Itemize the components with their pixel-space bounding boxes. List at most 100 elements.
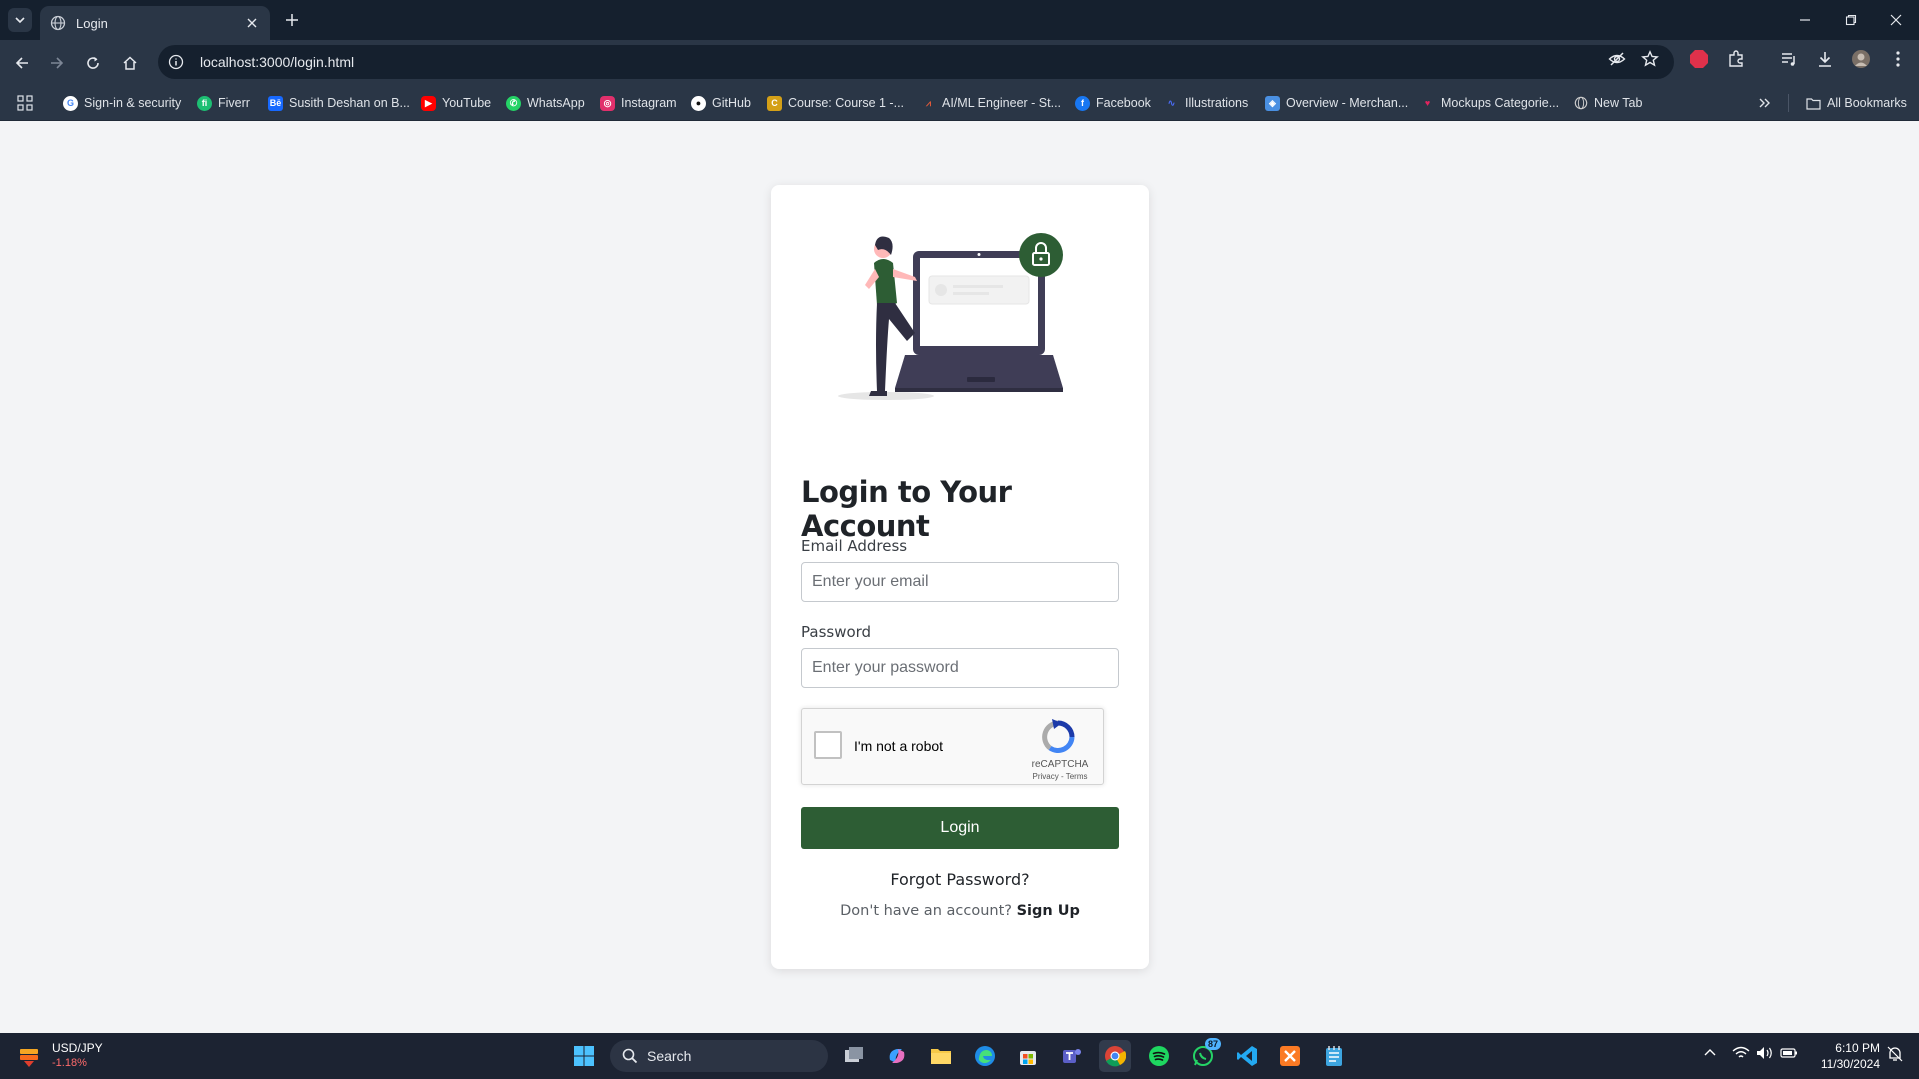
reload-button[interactable] <box>80 50 106 76</box>
bookmark-label: Mockups Categorie... <box>1441 96 1560 110</box>
bookmark-illustrations[interactable]: ∿ Illustrations <box>1164 93 1249 113</box>
taskbar-search[interactable]: Search <box>610 1040 828 1072</box>
recaptcha-brand: reCAPTCHA <box>1031 759 1089 770</box>
bookmark-course[interactable]: C Course: Course 1 -... <box>767 93 904 113</box>
aiml-icon: ⩘ <box>925 97 932 108</box>
bookmark-instagram[interactable]: ◎ Instagram <box>600 93 677 113</box>
menu-kebab-icon[interactable] <box>1887 48 1909 70</box>
tab-login[interactable]: Login <box>40 6 270 40</box>
fiverr-icon: fi <box>197 95 212 111</box>
bookmark-mockups[interactable]: ♥ Mockups Categorie... <box>1420 93 1559 113</box>
windows-icon <box>574 1046 594 1066</box>
show-hidden-icons-chevron[interactable] <box>1703 1046 1717 1063</box>
bookmark-label: Illustrations <box>1185 96 1249 110</box>
bookmark-label: Sign-in & security <box>84 96 182 110</box>
email-field[interactable] <box>801 562 1119 602</box>
bookmark-new-tab[interactable]: New Tab <box>1573 93 1642 113</box>
address-bar[interactable]: localhost:3000/login.html <box>158 45 1674 79</box>
github-icon: ● <box>691 95 706 111</box>
clock-time: 6:10 PM <box>1835 1041 1880 1055</box>
vscode-icon[interactable] <box>1231 1040 1263 1072</box>
all-bookmarks-button[interactable]: All Bookmarks <box>1806 93 1907 113</box>
password-field[interactable] <box>801 648 1119 688</box>
download-icon[interactable] <box>1814 48 1836 70</box>
eye-off-icon[interactable] <box>1606 48 1628 70</box>
system-clock[interactable]: 6:10 PM 11/30/2024 <box>1808 1040 1880 1072</box>
recaptcha-logo-icon <box>1042 719 1075 754</box>
ticker-symbol: USD/JPY <box>52 1041 103 1055</box>
apps-grid-icon[interactable] <box>17 93 33 113</box>
bookmark-facebook[interactable]: f Facebook <box>1075 93 1151 113</box>
search-label: Search <box>647 1048 692 1064</box>
notifications-bell-icon[interactable] <box>1887 1046 1903 1065</box>
restore-button[interactable] <box>1828 0 1874 40</box>
task-view-icon[interactable] <box>838 1040 870 1072</box>
bookmark-fiverr[interactable]: fi Fiverr <box>197 93 250 113</box>
bookmark-label: Fiverr <box>218 96 250 110</box>
facebook-icon: f <box>1075 95 1090 111</box>
bookmarks-divider <box>1788 94 1789 112</box>
volume-icon[interactable] <box>1756 1046 1774 1063</box>
spotify-icon[interactable] <box>1143 1040 1175 1072</box>
file-explorer-icon[interactable] <box>925 1040 957 1072</box>
whatsapp-taskbar-icon[interactable]: 87 <box>1187 1038 1222 1072</box>
restore-icon <box>1845 14 1857 26</box>
stock-ticker-widget[interactable]: USD/JPY -1.18% <box>16 1041 103 1071</box>
home-button[interactable] <box>117 50 143 76</box>
password-label: Password <box>801 623 872 641</box>
recaptcha-checkbox[interactable] <box>814 731 842 759</box>
bookmark-label: AI/ML Engineer - St... <box>942 96 1062 110</box>
signup-prompt-text: Don't have an account? <box>840 903 1012 919</box>
copilot-icon[interactable] <box>881 1040 913 1072</box>
start-button[interactable] <box>568 1040 600 1072</box>
bookmark-whatsapp[interactable]: ✆ WhatsApp <box>506 93 585 113</box>
recaptcha-label: I'm not a robot <box>854 738 944 754</box>
close-tab-icon[interactable] <box>244 15 260 31</box>
signup-prompt-line: Don't have an account? Sign Up <box>771 903 1149 919</box>
tab-search-button[interactable] <box>8 8 32 32</box>
media-control-icon[interactable] <box>1778 48 1800 70</box>
xampp-icon[interactable] <box>1274 1040 1306 1072</box>
more-bookmarks-chevron-icon[interactable] <box>1758 93 1772 113</box>
home-icon <box>123 56 137 70</box>
bookmark-label: Course: Course 1 -... <box>788 96 905 110</box>
behance-icon: Bē <box>268 95 283 111</box>
teams-icon[interactable] <box>1056 1040 1088 1072</box>
email-label: Email Address <box>801 537 908 555</box>
forgot-password-link[interactable]: Forgot Password? <box>771 870 1149 889</box>
extensions-icon[interactable] <box>1725 48 1747 70</box>
bookmark-behance[interactable]: Bē Susith Deshan on B... <box>268 93 410 113</box>
bookmark-star-icon[interactable] <box>1639 48 1661 70</box>
battery-icon[interactable] <box>1780 1046 1798 1063</box>
bookmark-github[interactable]: ● GitHub <box>691 93 751 113</box>
signup-link[interactable]: Sign Up <box>1017 903 1080 919</box>
minimize-icon <box>1800 19 1810 21</box>
tab-strip: Login <box>0 0 1919 40</box>
edge-icon[interactable] <box>969 1040 1001 1072</box>
chrome-taskbar-icon[interactable] <box>1099 1040 1131 1072</box>
bookmark-aiml-engineer[interactable]: ⩘ AI/ML Engineer - St... <box>921 93 1061 113</box>
bookmark-label: Susith Deshan on B... <box>289 96 410 110</box>
new-tab-button[interactable] <box>282 10 302 30</box>
bookmarks-bar: G Sign-in & security fi Fiverr Bē Susith… <box>0 85 1919 121</box>
store-icon[interactable] <box>1012 1040 1044 1072</box>
adblock-extension-icon[interactable] <box>1688 48 1710 70</box>
profile-avatar[interactable] <box>1850 48 1872 70</box>
site-info-icon[interactable] <box>168 54 184 70</box>
login-button[interactable]: Login <box>801 807 1119 849</box>
bookmark-youtube[interactable]: ▶ YouTube <box>421 93 491 113</box>
instagram-icon: ◎ <box>600 95 615 111</box>
bookmark-sign-in-security[interactable]: G Sign-in & security <box>63 93 181 113</box>
bookmark-label: New Tab <box>1594 96 1643 110</box>
page-title: Login to Your Account <box>801 475 1012 543</box>
bookmark-overview-merch[interactable]: ◈ Overview - Merchan... <box>1265 93 1408 113</box>
back-button[interactable] <box>9 50 35 76</box>
close-window-button[interactable] <box>1873 0 1919 40</box>
wifi-icon[interactable] <box>1732 1046 1750 1063</box>
merch-icon: ◈ <box>1265 95 1280 111</box>
notepad-icon[interactable] <box>1318 1040 1350 1072</box>
forward-button[interactable] <box>44 50 70 76</box>
recaptcha-links[interactable]: Privacy - Terms <box>1020 772 1100 781</box>
taskbar: USD/JPY -1.18% Search 87 6:10 PM 11/30/2… <box>0 1033 1919 1079</box>
minimize-button[interactable] <box>1782 0 1828 40</box>
